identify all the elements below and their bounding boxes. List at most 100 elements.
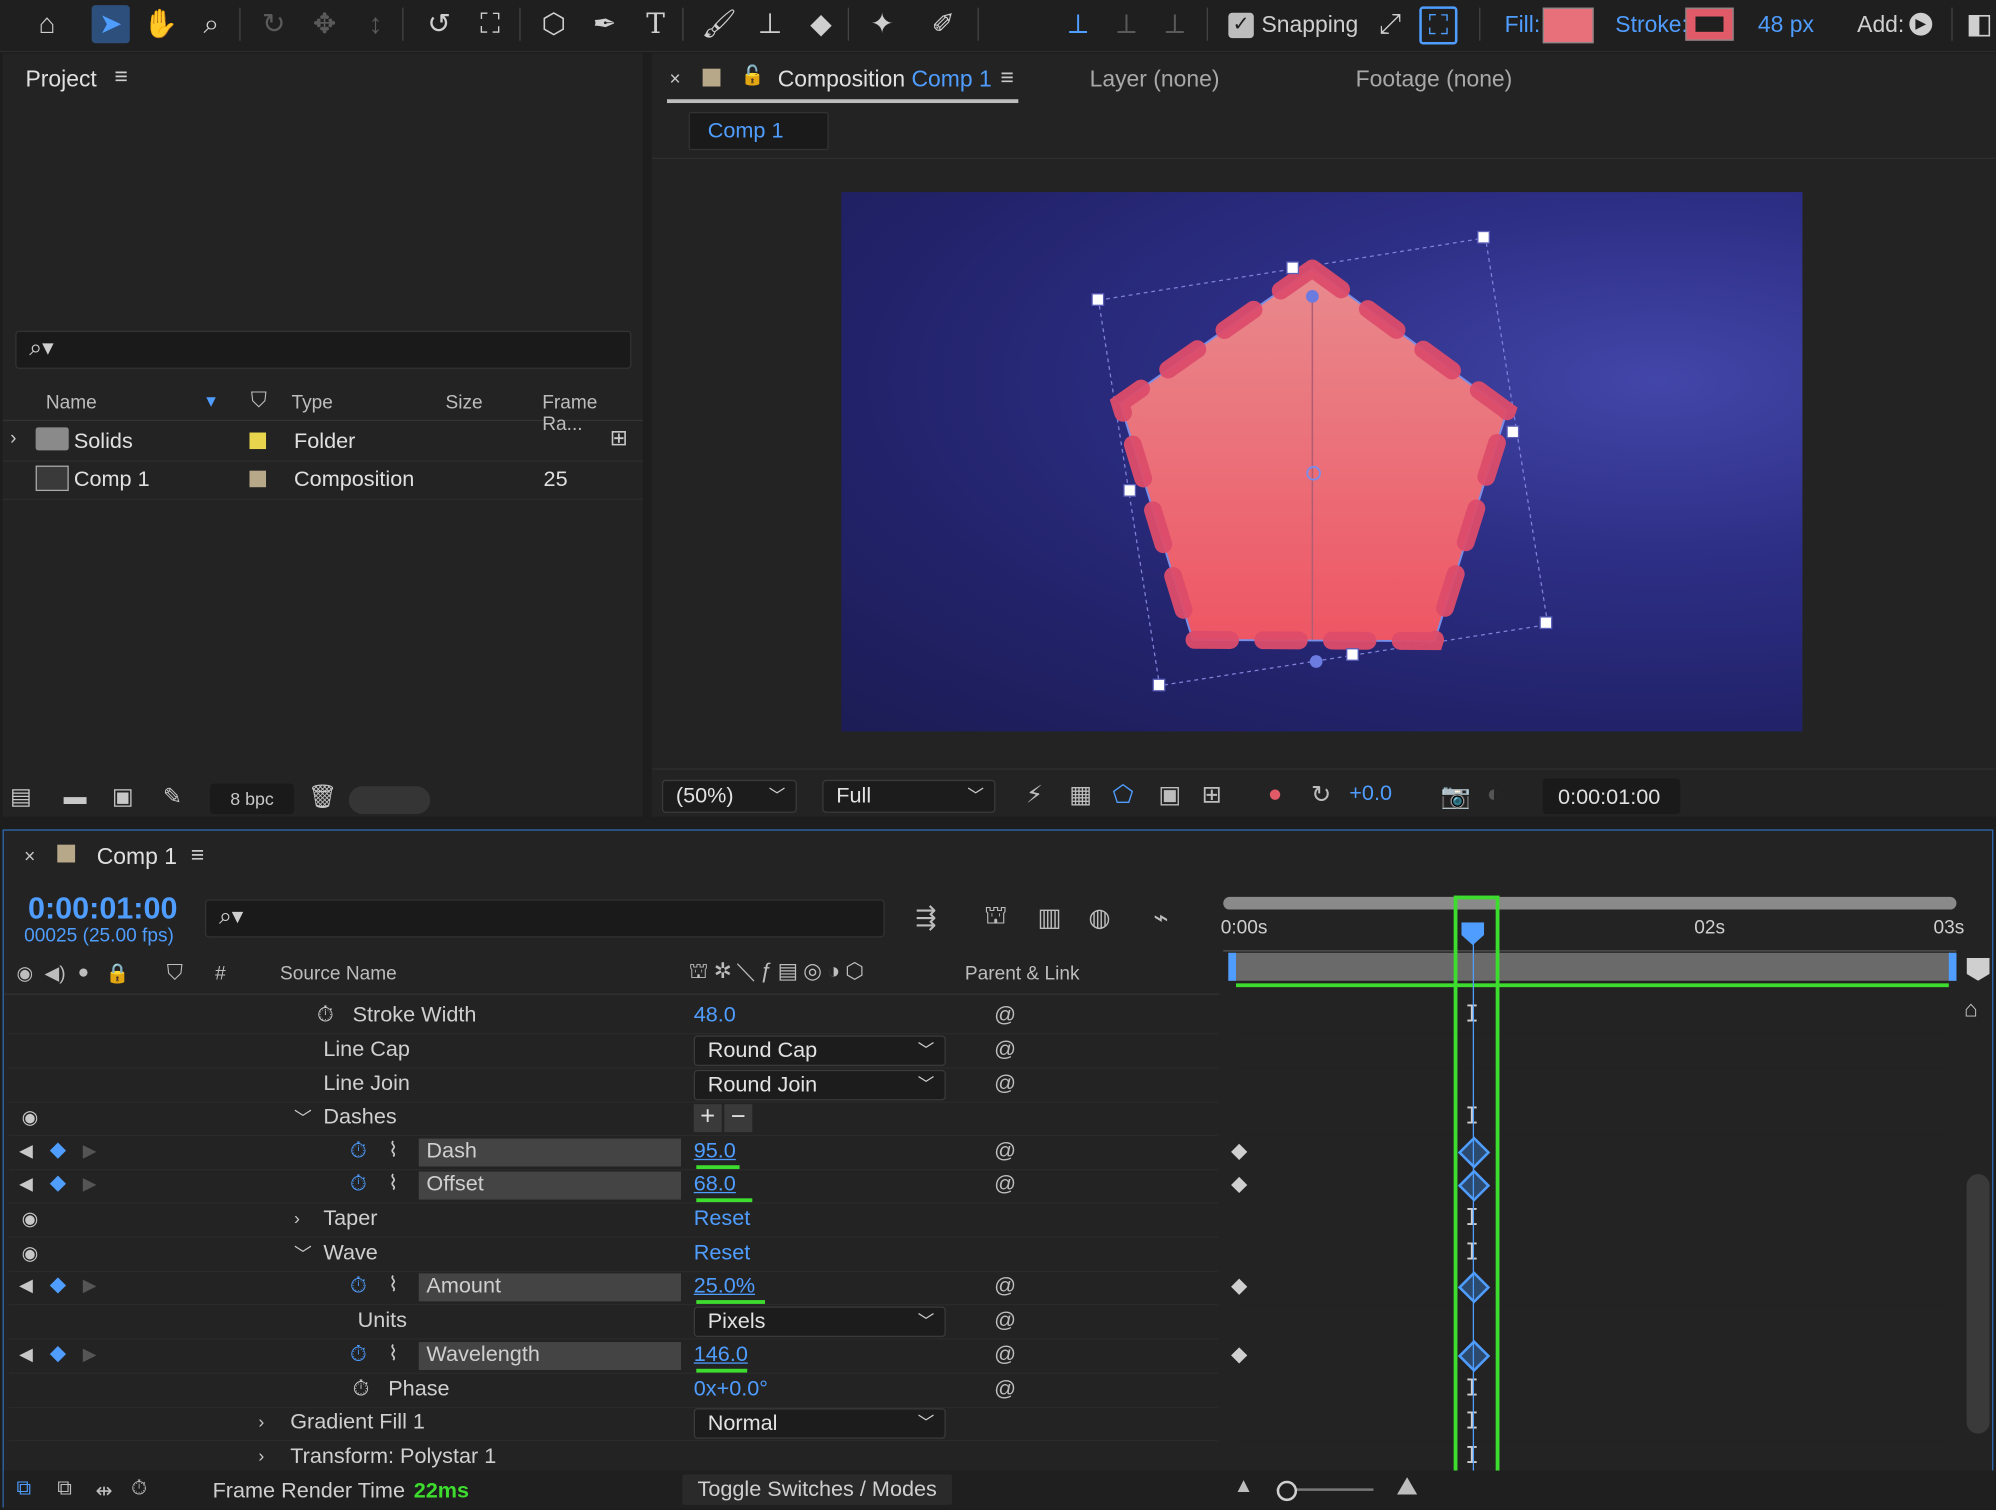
property-value[interactable]: 0x+0.0° <box>694 1376 768 1401</box>
property-dropdown[interactable]: Round Cap ﹀ <box>693 1035 946 1067</box>
guides-icon[interactable]: ⊞ <box>1202 781 1222 810</box>
mask-visibility-icon[interactable]: ⬠ <box>1113 781 1134 810</box>
stopwatch-icon[interactable]: ⏱ <box>317 1002 334 1027</box>
exposure-reset-icon[interactable]: ↻ <box>1311 781 1331 810</box>
expression-pickwhip-icon[interactable]: @ <box>994 1037 1016 1062</box>
property-value[interactable]: 25.0% <box>694 1273 755 1298</box>
flowchart-icon[interactable]: ⊞ <box>610 426 628 451</box>
exposure-value[interactable]: +0.0 <box>1349 781 1392 806</box>
in-out-icon[interactable]: ⇹ <box>95 1478 112 1503</box>
solo-icon[interactable]: ● <box>78 962 90 984</box>
keyframe-marker[interactable] <box>1231 1176 1248 1194</box>
stopwatch-icon[interactable]: ⏱ <box>350 1172 367 1197</box>
prev-keyframe-icon[interactable]: ◀ <box>19 1275 33 1297</box>
type-tool-icon[interactable]: T <box>636 5 674 43</box>
expression-pickwhip-icon[interactable]: @ <box>994 1308 1016 1333</box>
track-row[interactable] <box>1231 1270 1949 1306</box>
snap-edges-icon[interactable]: ⤢ <box>1371 5 1409 43</box>
track-row[interactable]: I <box>1235 1237 1949 1273</box>
property-value[interactable]: 68.0 <box>694 1172 736 1197</box>
sort-desc-icon[interactable]: ▾ <box>206 389 216 413</box>
label-tag-icon[interactable]: ⛉ <box>251 388 267 413</box>
zoom-out-icon[interactable]: ▲ <box>1233 1476 1253 1499</box>
property-value[interactable]: 95.0 <box>694 1139 736 1164</box>
viewer-timecode[interactable]: 0:00:01:00 <box>1542 778 1681 815</box>
property-dropdown[interactable]: Pixels ﹀ <box>693 1306 946 1337</box>
expression-pickwhip-icon[interactable]: @ <box>994 1139 1016 1164</box>
tab-composition[interactable]: Composition Comp 1 <box>778 66 992 93</box>
rotate-tool-icon[interactable]: ↺ <box>420 5 458 43</box>
close-icon[interactable]: × <box>24 846 35 868</box>
property-row[interactable]: ◉ ﹀ Wave Reset <box>8 1238 1219 1273</box>
comp-flowchart-icon[interactable]: ⇶ <box>915 902 936 934</box>
new-comp-icon[interactable]: ▣ <box>112 784 134 811</box>
property-row[interactable]: Line Join Round Join ﹀ @ <box>8 1069 1219 1103</box>
graph-icon[interactable]: ⌇ <box>388 1137 398 1162</box>
next-keyframe-icon[interactable]: ▶ <box>83 1275 97 1297</box>
stroke-width-value[interactable]: 48 px <box>1758 11 1814 38</box>
expression-pickwhip-icon[interactable]: @ <box>994 1002 1016 1027</box>
toggle-switches-modes-button[interactable]: Toggle Switches / Modes <box>682 1474 953 1505</box>
thumbnail-slider[interactable] <box>348 786 431 815</box>
chevron-down-icon[interactable]: ﹀ <box>294 1105 312 1130</box>
add-keyframe-icon[interactable] <box>49 1277 67 1294</box>
pan-behind-icon[interactable]: ⛶ <box>471 5 509 43</box>
label-tag-icon[interactable]: ⛉ <box>167 960 183 985</box>
snapshot-camera-icon[interactable]: 📷 <box>1441 781 1471 812</box>
home-icon[interactable]: ⌂ <box>28 5 66 43</box>
add-menu-icon[interactable]: ▶ <box>1909 12 1933 36</box>
trash-icon[interactable]: 🗑 <box>308 784 337 811</box>
local-axis-icon[interactable]: ⟂ <box>1059 5 1097 43</box>
next-keyframe-icon[interactable]: ▶ <box>83 1140 97 1162</box>
graph-icon[interactable]: ⌇ <box>388 1170 398 1195</box>
switches-icons[interactable]: ⛫✲⟍ƒ▤◎◑⬡ <box>689 959 870 987</box>
chevron-down-icon[interactable]: ﹀ <box>294 1242 312 1267</box>
track-row[interactable] <box>1231 1339 1949 1374</box>
stopwatch-icon[interactable]: ⏱ <box>350 1342 367 1367</box>
bpc-button[interactable]: 8 bpc <box>210 783 295 815</box>
project-search-field[interactable]: ⌕▾ <box>15 330 632 369</box>
frame-blending-icon[interactable]: ▥ <box>1037 902 1061 934</box>
pan-camera-icon[interactable]: ✥ <box>305 5 343 43</box>
property-value[interactable]: 146.0 <box>694 1342 748 1367</box>
graph-icon[interactable]: ⌇ <box>388 1272 398 1297</box>
property-row[interactable]: ⏱ Stroke Width 48.0 @ <box>8 1000 1219 1035</box>
prev-keyframe-icon[interactable]: ◀ <box>19 1343 33 1365</box>
pen-tool-icon[interactable]: ✒ <box>586 5 624 43</box>
panel-menu-icon[interactable]: ≡ <box>1000 65 1013 92</box>
col-size[interactable]: Size <box>446 392 483 414</box>
remove-dash-button[interactable]: − <box>724 1104 753 1133</box>
brush-tool-icon[interactable]: 🖌 <box>700 5 738 43</box>
time-ruler[interactable]: 0:00s 02s 03s <box>1221 912 1964 952</box>
expression-pickwhip-icon[interactable]: @ <box>994 1376 1016 1401</box>
transfer-controls-icon[interactable]: ⧉ <box>57 1478 72 1501</box>
dolly-camera-icon[interactable]: ↕ <box>356 5 394 43</box>
property-row[interactable]: › Gradient Fill 1 Normal ﹀ <box>8 1407 1219 1442</box>
add-keyframe-icon[interactable] <box>49 1346 67 1363</box>
track-row[interactable]: I <box>1235 999 1949 1035</box>
selection-tool-icon[interactable]: ➤ <box>91 5 130 44</box>
property-value[interactable]: 48.0 <box>694 1002 736 1027</box>
add-dash-button[interactable]: + <box>693 1104 722 1133</box>
prev-keyframe-icon[interactable]: ◀ <box>19 1173 33 1195</box>
work-area-bar[interactable] <box>1228 952 1957 981</box>
expression-pickwhip-icon[interactable]: @ <box>994 1071 1016 1096</box>
shape-tool-icon[interactable]: ⬡ <box>535 5 573 43</box>
zoom-slider[interactable] <box>1276 1480 1374 1502</box>
clone-stamp-icon[interactable]: ⊥ <box>751 5 789 43</box>
label-swatch[interactable] <box>249 470 267 488</box>
orbit-camera-icon[interactable]: ↻ <box>255 5 293 43</box>
keyframe-marker[interactable] <box>1231 1278 1248 1295</box>
keyframe-marker[interactable] <box>1231 1143 1248 1160</box>
region-of-interest-icon[interactable]: ▣ <box>1158 781 1181 810</box>
eye-icon[interactable]: ◉ <box>22 1242 39 1265</box>
tab-footage[interactable]: Footage (none) <box>1356 66 1513 93</box>
property-row[interactable]: ◀ ▶ ⏱ ⌇ Wavelength 146.0 @ <box>8 1340 1219 1374</box>
track-row[interactable] <box>1231 1169 1949 1204</box>
eye-icon[interactable]: ◉ <box>17 962 34 985</box>
breadcrumb[interactable]: Comp 1 <box>688 111 829 151</box>
property-row[interactable]: ◉ ﹀ Dashes + − <box>8 1102 1219 1136</box>
zoom-in-icon[interactable]: ⛰ <box>1396 1473 1417 1502</box>
eraser-tool-icon[interactable]: ◆ <box>802 5 840 43</box>
stopwatch-icon[interactable]: ⏱ <box>350 1139 367 1164</box>
